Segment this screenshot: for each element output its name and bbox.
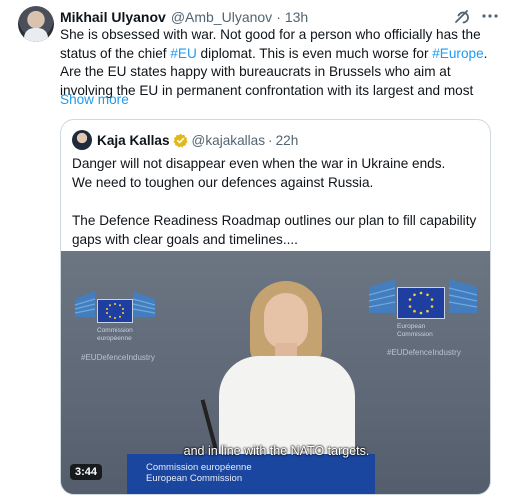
author-name[interactable]: Mikhail Ulyanov bbox=[60, 9, 166, 25]
tweet-header: Mikhail Ulyanov @Amb_Ulyanov · 13h bbox=[60, 8, 308, 26]
quoted-tweet-time[interactable]: 22h bbox=[276, 133, 299, 148]
logo-caption: European bbox=[397, 323, 426, 330]
author-avatar[interactable] bbox=[18, 6, 54, 42]
separator-dot: · bbox=[276, 9, 281, 25]
hashtag-eu[interactable]: #EU bbox=[170, 46, 196, 61]
tweet-text: She is obsessed with war. Not good for a… bbox=[60, 26, 500, 100]
video-duration: 3:44 bbox=[70, 464, 103, 480]
video-hashtag-left: #EUDefenceIndustry bbox=[81, 353, 155, 362]
tweet[interactable]: Mikhail Ulyanov @Amb_Ulyanov · 13h She i… bbox=[0, 0, 515, 497]
more-horizontal-icon bbox=[482, 14, 498, 18]
quoted-tweet-header: Kaja Kallas @kajakallas · 22h bbox=[97, 131, 298, 149]
video-hashtag-right: #EUDefenceIndustry bbox=[387, 348, 461, 357]
podium-line: Commission européenne bbox=[146, 462, 252, 473]
ec-logo-right: European Commission bbox=[365, 259, 481, 339]
hashtag-europe[interactable]: #Europe bbox=[432, 46, 483, 61]
logo-caption: Commission bbox=[397, 331, 433, 338]
tweet-text-part: diplomat. This is even much worse for bbox=[196, 45, 433, 61]
ec-logo-left: Commission européenne bbox=[73, 269, 189, 349]
quoted-text-line: Danger will not disappear even when the … bbox=[72, 156, 446, 171]
quoted-author-handle[interactable]: @kajakallas bbox=[192, 133, 266, 148]
podium-line: European Commission bbox=[146, 473, 243, 484]
quoted-tweet-text: Danger will not disappear even when the … bbox=[72, 154, 477, 249]
author-handle[interactable]: @Amb_Ulyanov bbox=[171, 9, 272, 25]
more-options-button[interactable] bbox=[478, 4, 502, 28]
verified-badge-icon bbox=[173, 133, 188, 148]
logo-caption: Commission bbox=[97, 327, 133, 334]
quoted-text-line: The Defence Readiness Roadmap outlines o… bbox=[72, 213, 477, 247]
show-more-link[interactable]: Show more bbox=[60, 92, 129, 107]
grok-icon[interactable] bbox=[452, 7, 472, 27]
quoted-tweet[interactable]: Kaja Kallas @kajakallas · 22h Danger wil… bbox=[60, 119, 491, 495]
separator-dot: · bbox=[268, 132, 273, 148]
quoted-text-line: We need to toughen our defences against … bbox=[72, 175, 374, 190]
quoted-author-avatar[interactable] bbox=[72, 130, 92, 150]
speaker-face bbox=[264, 293, 308, 349]
video-player[interactable]: Commission européenne #EUDefenceIndustry bbox=[61, 251, 490, 494]
quoted-author-name[interactable]: Kaja Kallas bbox=[97, 133, 170, 148]
logo-caption: européenne bbox=[97, 335, 132, 342]
tweet-time[interactable]: 13h bbox=[285, 9, 308, 25]
podium-text: Commission européenne European Commissio… bbox=[146, 462, 252, 484]
video-subtitle: and in line with the NATO targets. bbox=[183, 444, 370, 458]
